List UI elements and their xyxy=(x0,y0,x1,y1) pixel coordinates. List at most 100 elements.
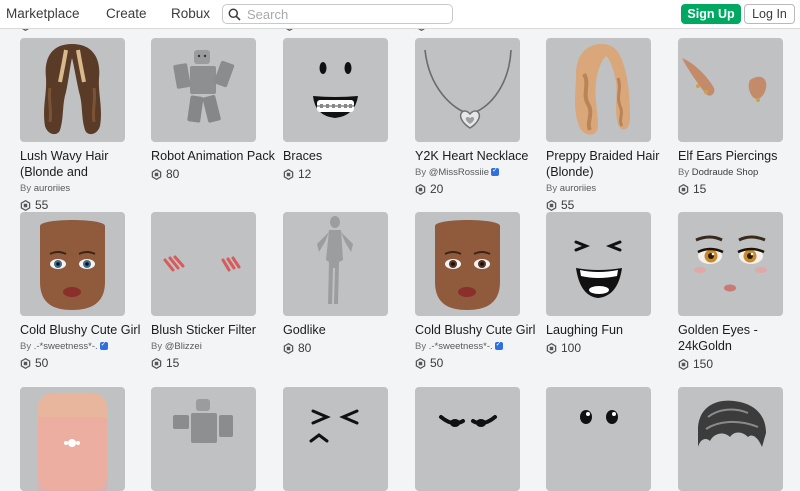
item-name[interactable]: Laughing Fun xyxy=(546,322,678,338)
angry-eyes-face-image xyxy=(439,415,497,427)
item-price: 80 xyxy=(151,167,283,182)
item-card[interactable] xyxy=(151,387,283,491)
item-name[interactable]: Blush Sticker Filter xyxy=(151,322,283,338)
item-price: 80 xyxy=(283,341,415,356)
item-name[interactable]: Braces xyxy=(283,148,415,164)
item-card[interactable]: Y2K Heart Necklace By @MissRossiie 20 xyxy=(415,38,547,197)
sign-up-button[interactable]: Sign Up xyxy=(681,4,741,24)
robux-icon xyxy=(283,168,294,181)
item-thumbnail[interactable] xyxy=(415,38,520,142)
item-thumbnail[interactable] xyxy=(20,212,125,316)
pink-face-image xyxy=(38,393,107,491)
item-price: 15 xyxy=(678,182,800,197)
item-thumbnail[interactable] xyxy=(546,38,651,142)
nav-marketplace[interactable]: Marketplace xyxy=(6,0,80,28)
brown-wavy-hair-image xyxy=(44,44,101,135)
robux-icon xyxy=(151,168,162,181)
robux-icon xyxy=(415,183,426,196)
item-card[interactable]: Laughing Fun 100 xyxy=(546,212,678,356)
item-thumbnail[interactable] xyxy=(678,212,783,316)
item-creator[interactable]: By auroriies xyxy=(546,183,678,195)
item-price: 150 xyxy=(678,357,800,372)
item-card[interactable]: Preppy Braided Hair (Blonde) By auroriie… xyxy=(546,38,678,213)
item-thumbnail[interactable] xyxy=(678,38,783,142)
elf-ears-image xyxy=(682,58,767,102)
item-card[interactable]: Golden Eyes - 24kGoldn 150 xyxy=(678,212,800,372)
robux-icon xyxy=(546,199,557,212)
blonde-braided-hair-image xyxy=(575,44,630,135)
item-thumbnail[interactable] xyxy=(678,387,783,491)
item-price: 100 xyxy=(546,341,678,356)
item-thumbnail[interactable] xyxy=(546,387,651,491)
messy-hair-image xyxy=(698,400,766,447)
item-card[interactable] xyxy=(546,387,678,491)
item-card[interactable] xyxy=(415,387,547,491)
nav-robux[interactable]: Robux xyxy=(171,0,210,28)
item-thumbnail[interactable] xyxy=(283,212,388,316)
search-icon xyxy=(228,8,241,21)
search-box[interactable] xyxy=(222,4,453,24)
blushy-face-image xyxy=(40,220,105,310)
item-card[interactable]: Godlike 80 xyxy=(283,212,415,356)
item-card[interactable]: Cold Blushy Cute Girl By .-*sweetness*-.… xyxy=(415,212,547,371)
heart-necklace-image xyxy=(424,49,512,129)
item-thumbnail[interactable] xyxy=(151,38,256,142)
log-in-button[interactable]: Log In xyxy=(744,4,795,24)
item-creator[interactable]: By .-*sweetness*-. xyxy=(20,339,152,353)
item-name[interactable]: Cold Blushy Cute Girl xyxy=(20,322,152,338)
item-thumbnail[interactable] xyxy=(546,212,651,316)
item-name[interactable]: Golden Eyes - 24kGoldn xyxy=(678,322,800,354)
item-name[interactable]: Lush Wavy Hair (Blonde and xyxy=(20,148,152,180)
item-card[interactable] xyxy=(678,387,800,491)
item-thumbnail[interactable] xyxy=(151,387,256,491)
item-name[interactable]: Robot Animation Pack xyxy=(151,148,283,164)
item-price: 55 xyxy=(546,198,678,213)
robux-icon xyxy=(283,342,294,355)
slim-avatar-image xyxy=(317,216,353,304)
robux-icon xyxy=(546,342,557,355)
item-price: 15 xyxy=(151,356,283,371)
item-creator[interactable]: By .-*sweetness*-. xyxy=(415,339,547,353)
item-thumbnail[interactable] xyxy=(415,212,520,316)
item-card[interactable] xyxy=(20,387,152,491)
item-creator[interactable]: By @MissRossiie xyxy=(415,165,547,179)
item-card[interactable]: Blush Sticker Filter By @Blizzei 15 xyxy=(151,212,283,371)
laughing-face-image xyxy=(574,240,622,298)
item-creator[interactable]: By Dodraude Shop xyxy=(678,167,800,179)
robux-icon xyxy=(678,358,689,371)
robux-icon xyxy=(678,183,689,196)
item-thumbnail[interactable] xyxy=(20,38,125,142)
item-thumbnail[interactable] xyxy=(283,38,388,142)
item-card[interactable]: Elf Ears Piercings By Dodraude Shop 15 xyxy=(678,38,800,197)
robux-icon xyxy=(415,357,426,370)
item-thumbnail[interactable] xyxy=(415,387,520,491)
round-eyes-face-image xyxy=(580,410,618,424)
item-name[interactable]: Y2K Heart Necklace xyxy=(415,148,547,164)
item-name[interactable]: Preppy Braided Hair (Blonde) xyxy=(546,148,678,180)
item-card[interactable]: Robot Animation Pack 80 xyxy=(151,38,283,182)
item-name[interactable]: Godlike xyxy=(283,322,415,338)
robux-icon xyxy=(20,357,31,370)
item-name[interactable]: Elf Ears Piercings xyxy=(678,148,800,164)
item-thumbnail[interactable] xyxy=(20,387,125,491)
search-input[interactable] xyxy=(247,6,447,22)
verified-badge-icon xyxy=(491,165,500,177)
braces-face-image xyxy=(313,62,358,118)
item-thumbnail[interactable] xyxy=(283,387,388,491)
item-price: 50 xyxy=(20,356,152,371)
item-card[interactable] xyxy=(283,387,415,491)
verified-badge-icon xyxy=(494,339,503,351)
item-creator[interactable]: By @Blizzei xyxy=(151,341,283,353)
robux-icon xyxy=(151,357,162,370)
verified-badge-icon xyxy=(99,339,108,351)
robot-avatar-image xyxy=(173,399,233,443)
item-creator[interactable]: By auroriies xyxy=(20,183,152,195)
item-card[interactable]: Cold Blushy Cute Girl By .-*sweetness*-.… xyxy=(20,212,152,371)
top-navigation-bar: Marketplace Create Robux Sign Up Log In xyxy=(0,0,800,29)
blush-sticker-image xyxy=(163,255,241,272)
nav-create[interactable]: Create xyxy=(106,0,147,28)
item-thumbnail[interactable] xyxy=(151,212,256,316)
item-card[interactable]: Lush Wavy Hair (Blonde and By auroriies … xyxy=(20,38,152,213)
item-name[interactable]: Cold Blushy Cute Girl xyxy=(415,322,547,338)
item-card[interactable]: Braces 12 xyxy=(283,38,415,182)
